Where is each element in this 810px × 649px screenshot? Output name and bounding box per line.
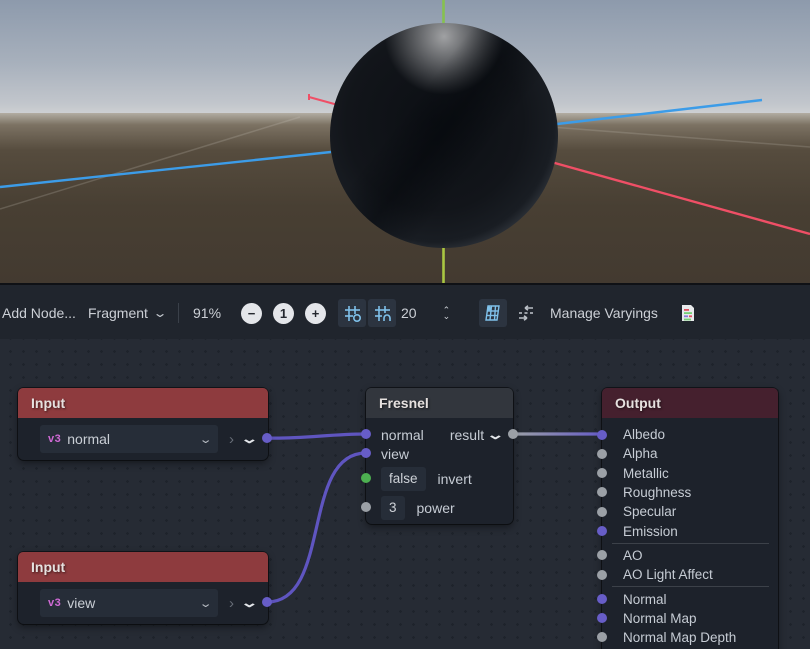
3d-preview-viewport[interactable] — [0, 0, 810, 283]
node-input-view[interactable]: Input v3 view ⌄ › ⌄ — [18, 552, 268, 624]
zoom-reset-button[interactable]: 1 — [273, 285, 294, 341]
node-title-bar[interactable]: Input — [18, 552, 268, 582]
input-port-power[interactable] — [361, 502, 371, 512]
output-row-specular: Specular — [602, 502, 778, 521]
input-port-albedo[interactable] — [597, 430, 607, 440]
output-row-normal-map: Normal Map — [602, 609, 778, 628]
shader-toolbar: Add Node... Fragment ⌄ 91% − 1 + — [0, 283, 810, 339]
snap-pattern-icon — [368, 299, 396, 327]
output-row-emission: Emission — [602, 521, 778, 540]
minimap-toggle-button[interactable] — [479, 285, 507, 341]
preview-toggle-icon[interactable]: ⌄ — [486, 427, 505, 443]
vec3-type-icon: v3 — [48, 433, 61, 445]
node-title-bar[interactable]: Output — [602, 388, 778, 418]
input-port-roughness[interactable] — [597, 487, 607, 497]
x-axis-line — [557, 100, 762, 124]
node-input-normal[interactable]: Input v3 normal ⌄ › ⌄ — [18, 388, 268, 460]
shader-file-icon — [674, 299, 702, 327]
output-row-normal: Normal — [602, 589, 778, 608]
zoom-reset-icon: 1 — [273, 303, 294, 324]
input-port-ao-light-affect[interactable] — [597, 570, 607, 580]
output-row-roughness: Roughness — [602, 483, 778, 502]
snap-distance-spinbox[interactable]: 20 ⌃⌄ — [401, 285, 450, 341]
manage-varyings-button[interactable]: Manage Varyings — [550, 285, 658, 341]
zoom-level-label: 91% — [193, 285, 221, 341]
toolbar-separator — [178, 303, 179, 323]
zoom-in-button[interactable]: + — [305, 285, 326, 341]
minimap-icon — [479, 299, 507, 327]
input-port-alpha[interactable] — [597, 449, 607, 459]
grid-line — [0, 117, 300, 209]
grid-line — [551, 127, 810, 147]
grid-toggle-button[interactable] — [368, 285, 396, 341]
z-axis-line — [544, 160, 810, 234]
node-title-bar[interactable]: Input — [18, 388, 268, 418]
chevron-down-icon: ⌄ — [198, 597, 212, 610]
snap-grid-icon — [338, 299, 366, 327]
output-row-ao: AO — [602, 546, 778, 565]
shader-file-button[interactable] — [674, 285, 702, 341]
chevron-right-icon: › — [229, 431, 234, 448]
auto-arrange-button[interactable] — [512, 285, 540, 341]
input-port-normal-map[interactable] — [597, 613, 607, 623]
input-source-dropdown[interactable]: v3 normal ⌄ — [40, 425, 218, 453]
fresnel-row-normal: normal result ⌄ — [366, 425, 513, 444]
output-port-vec3[interactable] — [262, 597, 272, 607]
input-port-invert[interactable] — [361, 473, 371, 483]
fresnel-row-power: 3 power — [366, 494, 513, 521]
zoom-out-button[interactable]: − — [241, 285, 262, 341]
snap-toggle-button[interactable] — [338, 285, 366, 341]
preview-toggle-icon[interactable]: ⌄ — [240, 431, 259, 447]
input-port-specular[interactable] — [597, 507, 607, 517]
node-title-bar[interactable]: Fresnel — [366, 388, 513, 418]
spinner-arrows-icon[interactable]: ⌃⌄ — [443, 307, 451, 319]
input-port-normal-map-depth[interactable] — [597, 632, 607, 642]
wire-normal-to-fresnel[interactable] — [267, 434, 366, 438]
preview-sphere — [330, 23, 558, 248]
preview-toggle-icon[interactable]: ⌄ — [240, 595, 259, 611]
input-port-view[interactable] — [361, 448, 371, 458]
fresnel-row-invert: false invert — [366, 465, 513, 492]
node-output[interactable]: Output Albedo Alpha Metallic Roughness S… — [602, 388, 778, 649]
add-node-button[interactable]: Add Node... — [2, 285, 76, 341]
power-value-field[interactable]: 3 — [381, 496, 405, 520]
input-port-normal[interactable] — [361, 429, 371, 439]
chevron-down-icon: ⌄ — [152, 306, 167, 320]
input-source-dropdown[interactable]: v3 view ⌄ — [40, 589, 218, 617]
output-row-normal-map-depth: Normal Map Depth — [602, 628, 778, 647]
output-port-vec3[interactable] — [262, 433, 272, 443]
invert-value-toggle[interactable]: false — [381, 467, 426, 491]
chevron-down-icon: ⌄ — [198, 433, 212, 446]
minus-icon: − — [241, 303, 262, 324]
output-row-alpha: Alpha — [602, 444, 778, 463]
node-fresnel[interactable]: Fresnel normal result ⌄ view false inver… — [366, 388, 513, 524]
input-port-metallic[interactable] — [597, 468, 607, 478]
shader-stage-dropdown[interactable]: Fragment ⌄ — [88, 285, 165, 341]
x-axis-line — [0, 152, 331, 187]
chevron-right-icon: › — [229, 595, 234, 612]
fresnel-row-view: view — [366, 444, 513, 463]
port-group-separator — [612, 586, 769, 587]
vec3-type-icon: v3 — [48, 597, 61, 609]
output-row-albedo: Albedo — [602, 425, 778, 444]
input-port-emission[interactable] — [597, 526, 607, 536]
plus-icon: + — [305, 303, 326, 324]
arrange-nodes-icon — [512, 299, 540, 327]
output-port-result[interactable] — [508, 429, 518, 439]
input-port-normal[interactable] — [597, 594, 607, 604]
input-port-ao[interactable] — [597, 550, 607, 560]
port-group-separator — [612, 543, 769, 544]
output-row-metallic: Metallic — [602, 464, 778, 483]
wire-view-to-fresnel[interactable] — [267, 453, 366, 602]
shader-editor-window: Add Node... Fragment ⌄ 91% − 1 + — [0, 0, 810, 649]
output-row-ao-light-affect: AO Light Affect — [602, 565, 778, 584]
